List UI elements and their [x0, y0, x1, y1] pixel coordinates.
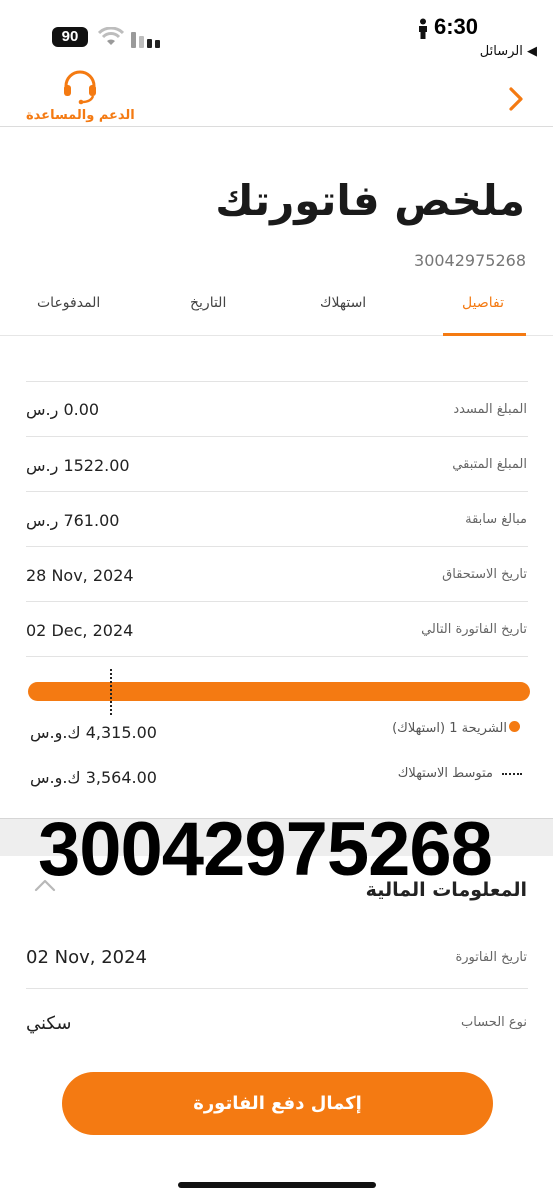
complete-payment-button[interactable]: إكمال دفع الفاتورة	[62, 1072, 493, 1135]
tab-payments[interactable]: المدفوعات	[37, 295, 100, 311]
wifi-icon	[98, 27, 124, 45]
average-legend-dash	[502, 773, 522, 776]
average-label: متوسط الاستهلاك	[397, 766, 493, 781]
paid-amount-label: المبلغ المسدد	[453, 402, 527, 417]
chevron-up-icon[interactable]	[34, 878, 56, 892]
previous-amounts-label: مبالغ سابقة	[465, 512, 527, 527]
back-to-app-link[interactable]: ◀ الرسائل	[480, 44, 537, 59]
remaining-amount-label: المبلغ المتبقي	[452, 457, 527, 472]
tier-label: الشريحة 1 (استهلاك)	[392, 721, 507, 736]
tab-details[interactable]: تفاصيل	[462, 295, 504, 311]
usage-progress-bar	[28, 682, 530, 701]
home-indicator[interactable]	[178, 1182, 376, 1188]
overlay-account-number: 30042975268	[38, 807, 493, 892]
row-divider	[26, 491, 528, 492]
due-date-value: 28 Nov, 2024	[26, 566, 134, 585]
battery-indicator: 90	[52, 27, 88, 47]
page-title: ملخص فاتورتك	[215, 176, 525, 225]
tier-legend-dot	[509, 721, 520, 732]
signal-icon	[131, 32, 160, 48]
tier-value: 4,315.00 ك.و.س	[30, 723, 157, 742]
account-type-label: نوع الحساب	[461, 1015, 527, 1030]
row-divider	[26, 546, 528, 547]
account-number: 30042975268	[414, 251, 526, 270]
status-time: 6:30	[434, 14, 479, 39]
active-tab-indicator	[443, 333, 526, 336]
bill-date-label: تاريخ الفاتورة	[455, 950, 527, 965]
headset-icon[interactable]	[60, 66, 100, 106]
row-divider	[26, 988, 528, 989]
financial-info-title: المعلومات المالية	[365, 879, 527, 901]
next-bill-date-value: 02 Dec, 2024	[26, 621, 134, 640]
average-usage-marker	[110, 669, 112, 715]
paid-amount-value: 0.00 ر.س	[26, 400, 100, 419]
bill-date-value: 02 Nov, 2024	[26, 947, 148, 968]
remaining-amount-value: 1522.00 ر.س	[26, 456, 130, 475]
header-divider	[0, 126, 553, 127]
account-type-value: سكني	[26, 1013, 72, 1034]
due-date-label: تاريخ الاستحقاق	[442, 567, 527, 582]
average-value: 3,564.00 ك.و.س	[30, 768, 157, 787]
row-divider	[26, 656, 528, 657]
row-divider	[26, 436, 528, 437]
tab-history[interactable]: التاريخ	[190, 295, 226, 311]
support-label[interactable]: الدعم والمساعدة	[26, 108, 135, 123]
next-bill-date-label: تاريخ الفاتورة التالي	[421, 622, 527, 637]
person-icon	[419, 18, 427, 39]
chevron-right-icon[interactable]	[506, 86, 526, 112]
row-divider	[26, 381, 528, 382]
previous-amounts-value: 761.00 ر.س	[26, 511, 120, 530]
tab-usage[interactable]: استهلاك	[320, 295, 366, 311]
row-divider	[26, 601, 528, 602]
